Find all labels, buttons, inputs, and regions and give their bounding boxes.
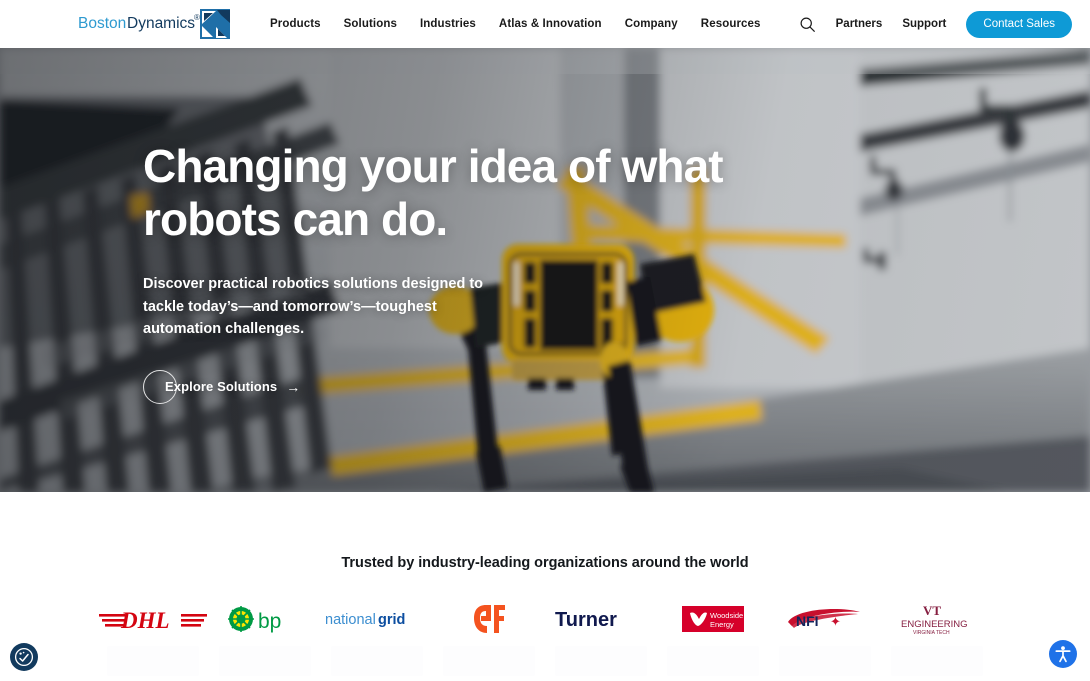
page-root: Boston Dynamics ® Products Solutions Ind… [0,0,1090,681]
utility-link-partners[interactable]: Partners [836,18,883,30]
contact-sales-button[interactable]: Contact Sales [966,10,1072,38]
svg-text:Turner: Turner [555,609,617,631]
svg-text:grid: grid [378,612,405,628]
svg-text:ENGINEERING: ENGINEERING [901,619,968,630]
placeholder-item [769,646,881,681]
primary-navigation: Products Solutions Industries Atlas & In… [270,18,761,30]
nav-item-solutions[interactable]: Solutions [344,18,397,30]
hero-title: Changing your idea of what robots can do… [143,140,803,246]
nav-item-products[interactable]: Products [270,18,321,30]
hero-title-line-2: robots can do. [143,193,448,245]
privacy-options-button[interactable] [10,643,38,671]
svg-text:NFI: NFI [796,613,819,629]
partner-logo-woodside-energy: Woodside Energy [657,598,769,640]
turner-logo: Turner [555,609,617,631]
placeholder-item [657,646,769,681]
hero-content: Changing your idea of what robots can do… [143,140,803,405]
svg-text:Energy: Energy [710,620,734,629]
utility-link-support[interactable]: Support [902,18,946,30]
partner-logo-national-grid: national grid [321,598,433,640]
national-grid-logo: national grid [325,612,405,628]
partner-logo-row: DHL bp national grid Turner Woodside Ene… [0,598,1090,640]
hero-section: Changing your idea of what robots can do… [0,48,1090,492]
arrow-right-icon: → [286,378,301,395]
virginia-tech-engineering-logo: VT ENGINEERING VIRGINIA TECH [901,603,968,636]
boston-dynamics-logo: Boston Dynamics ® [78,9,230,39]
svg-text:✦: ✦ [830,614,841,629]
woodside-energy-logo: Woodside Energy [682,606,744,632]
svg-text:Woodside: Woodside [710,611,743,620]
placeholder-item [209,646,321,681]
bp-logo: bp [228,606,281,633]
nav-item-industries[interactable]: Industries [420,18,476,30]
svg-text:bp: bp [258,610,281,633]
svg-text:Boston: Boston [78,15,126,32]
privacy-options-icon [14,647,34,667]
placeholder-item [545,646,657,681]
header-utilities: Partners Support Contact Sales [799,10,1072,38]
placeholder-item [881,646,993,681]
svg-text:®: ® [194,13,200,22]
georg-fischer-logo [474,605,505,633]
partner-logo-gf [433,598,545,640]
svg-text:Dynamics: Dynamics [127,15,195,32]
nav-item-atlas-innovation[interactable]: Atlas & Innovation [499,18,602,30]
cta-label: Explore Solutions [165,379,278,394]
dhl-logo: DHL [99,608,207,632]
hero-title-line-1: Changing your idea of what [143,140,724,192]
trusted-by-section: Trusted by industry-leading organization… [0,492,1090,681]
placeholder-item [321,646,433,681]
partner-logo-bp: bp [209,598,321,640]
search-icon[interactable] [799,16,816,33]
hero-subtitle: Discover practical robotics solutions de… [143,276,484,337]
svg-text:DHL: DHL [120,608,170,632]
partner-logo-dhl: DHL [97,598,209,640]
trusted-by-heading: Trusted by industry-leading organization… [341,555,749,571]
partner-logo-nfi: NFI ✦ [769,598,881,640]
site-header: Boston Dynamics ® Products Solutions Ind… [0,0,1090,48]
placeholder-item [433,646,545,681]
accessibility-person-icon [1055,646,1071,663]
svg-text:VIRGINIA TECH: VIRGINIA TECH [913,630,950,636]
partner-logo-virginia-tech-engineering: VT ENGINEERING VIRGINIA TECH [881,598,993,640]
accessibility-widget-button[interactable] [1049,640,1077,668]
nav-item-resources[interactable]: Resources [701,18,761,30]
logo-row-placeholder [0,644,1090,681]
svg-text:national: national [325,612,376,628]
logo-home-link[interactable]: Boston Dynamics ® [78,5,230,43]
nfi-logo: NFI ✦ [788,609,860,629]
partner-logo-turner: Turner [545,598,657,640]
svg-text:VT: VT [923,603,941,618]
explore-solutions-button[interactable]: Explore Solutions → [143,369,300,405]
placeholder-item [97,646,209,681]
nav-item-company[interactable]: Company [625,18,678,30]
